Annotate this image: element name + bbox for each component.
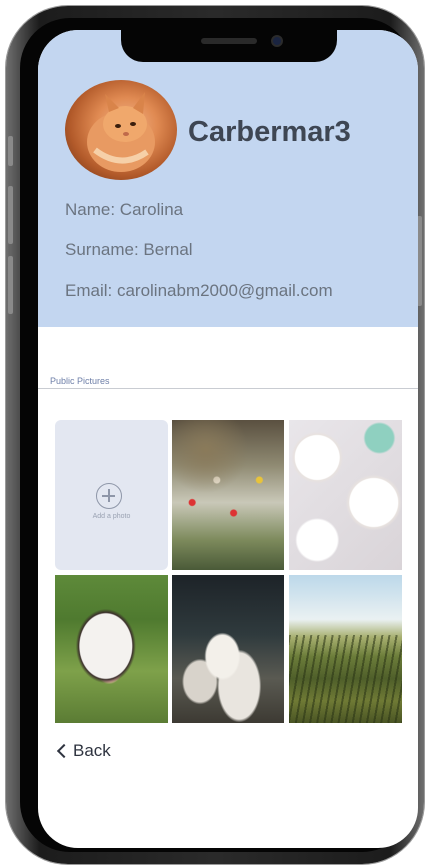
photo-cow[interactable] bbox=[55, 575, 168, 723]
photo-desserts[interactable] bbox=[289, 420, 402, 570]
back-label: Back bbox=[73, 741, 111, 760]
photo-geese[interactable] bbox=[172, 575, 284, 723]
photo-crop-field[interactable] bbox=[289, 575, 402, 723]
speaker-grille bbox=[201, 38, 257, 44]
name-field: Name: Carolina bbox=[65, 200, 184, 219]
profile-header: Carbermar3 Name: Carolina Surname: Berna… bbox=[38, 30, 418, 327]
username: Carbermar3 bbox=[188, 116, 351, 148]
section-divider bbox=[38, 388, 418, 389]
cat-avatar bbox=[65, 80, 177, 180]
surname-field: Surname: Bernal bbox=[65, 240, 193, 259]
volume-down-button bbox=[8, 256, 13, 314]
mute-switch bbox=[8, 136, 13, 166]
cat-illustration bbox=[87, 92, 155, 172]
chevron-left-icon bbox=[56, 743, 72, 759]
public-pictures-label: Public Pictures bbox=[50, 376, 110, 386]
notch bbox=[121, 30, 337, 62]
volume-up-button bbox=[8, 186, 13, 244]
add-photo-button[interactable]: Add a photo bbox=[55, 420, 168, 570]
app-screen: Carbermar3 Name: Carolina Surname: Berna… bbox=[38, 30, 418, 848]
plus-circle-icon bbox=[96, 483, 122, 509]
add-photo-label: Add a photo bbox=[92, 513, 131, 520]
photo-wildflowers[interactable] bbox=[172, 420, 284, 570]
back-button[interactable]: Back bbox=[56, 738, 111, 764]
email-field: Email: carolinabm2000@gmail.com bbox=[65, 281, 333, 300]
front-camera bbox=[271, 35, 283, 47]
